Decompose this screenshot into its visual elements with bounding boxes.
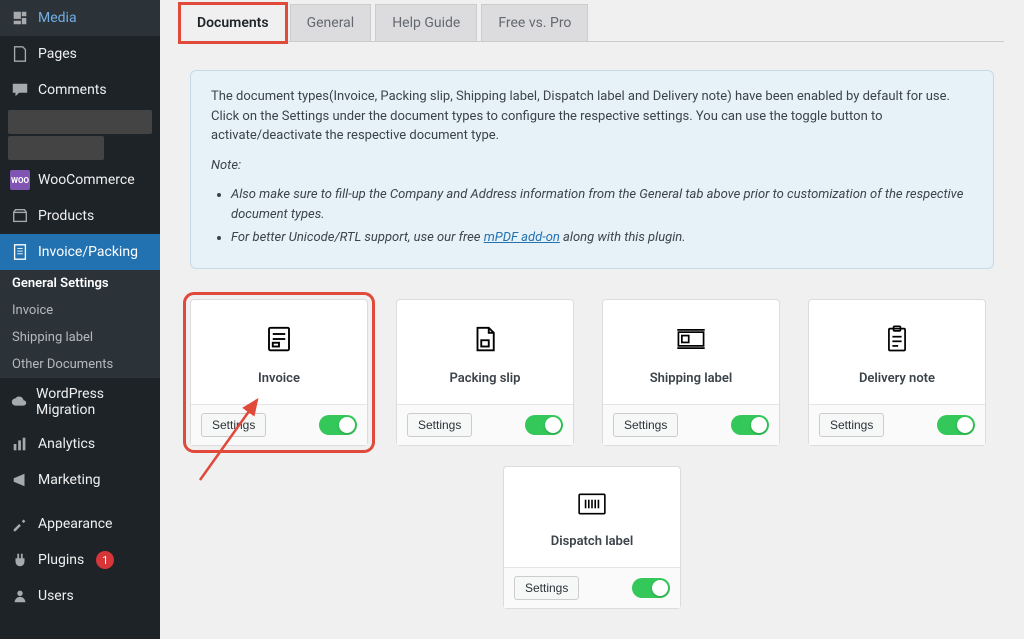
sidebar-item-label: WordPress Migration [36, 386, 150, 418]
sidebar-item-plugins[interactable]: Plugins 1 [0, 542, 160, 578]
card-invoice: Invoice Settings [190, 299, 368, 446]
card-shipping-label: Shipping label Settings [602, 299, 780, 446]
appearance-icon [10, 514, 30, 534]
sidebar-item-label: Analytics [38, 436, 95, 452]
sidebar-submenu: General Settings Invoice Shipping label … [0, 270, 160, 378]
dispatch-label-toggle[interactable] [632, 578, 670, 598]
plugins-icon [10, 550, 30, 570]
shipping-label-icon [675, 324, 707, 361]
invoice-toggle[interactable] [319, 415, 357, 435]
sidebar-item-media[interactable]: Media [0, 0, 160, 36]
card-title: Packing slip [450, 371, 521, 386]
packing-slip-toggle[interactable] [525, 415, 563, 435]
delivery-note-toggle[interactable] [937, 415, 975, 435]
sidebar-item-pages[interactable]: Pages [0, 36, 160, 72]
sidebar-item-label: WooCommerce [38, 172, 135, 188]
card-packing-slip: Packing slip Settings [396, 299, 574, 446]
card-title: Invoice [258, 371, 300, 386]
tab-documents[interactable]: Documents [180, 4, 286, 42]
submenu-general-settings[interactable]: General Settings [0, 270, 160, 297]
sidebar-item-products[interactable]: Products [0, 198, 160, 234]
card-title: Shipping label [650, 371, 733, 386]
tab-help-guide[interactable]: Help Guide [375, 4, 477, 41]
sidebar-item-label: Appearance [38, 516, 112, 532]
sidebar-item-label: Pages [38, 46, 77, 62]
cloud-icon [10, 392, 28, 412]
invoice-doc-icon [264, 324, 294, 361]
mpdf-addon-link[interactable]: mPDF add-on [484, 230, 560, 245]
sidebar-item-analytics[interactable]: Analytics [0, 426, 160, 462]
document-cards-row-2: Dispatch label Settings [180, 456, 1004, 619]
sidebar-item-label: Media [38, 10, 77, 26]
invoice-settings-button[interactable]: Settings [201, 413, 266, 437]
sidebar-item-wp-migration[interactable]: WordPress Migration [0, 378, 160, 426]
admin-sidebar: Media Pages Comments WOO WooCommerce Pro… [0, 0, 160, 639]
delivery-note-icon [883, 324, 911, 361]
delivery-note-settings-button[interactable]: Settings [819, 413, 884, 437]
sidebar-item-users[interactable]: Users [0, 578, 160, 614]
document-cards-row-1: Invoice Settings Packing slip Settings [180, 289, 1004, 456]
dispatch-label-icon [577, 491, 607, 524]
tab-free-vs-pro[interactable]: Free vs. Pro [481, 4, 588, 41]
submenu-other-documents[interactable]: Other Documents [0, 351, 160, 378]
packing-slip-settings-button[interactable]: Settings [407, 413, 472, 437]
pages-icon [10, 44, 30, 64]
tab-general[interactable]: General [290, 4, 372, 41]
sidebar-item-marketing[interactable]: Marketing [0, 462, 160, 498]
main-content: Documents General Help Guide Free vs. Pr… [160, 0, 1024, 639]
tabs: Documents General Help Guide Free vs. Pr… [180, 0, 1004, 42]
submenu-invoice[interactable]: Invoice [0, 297, 160, 324]
sidebar-item-label: Marketing [38, 472, 101, 488]
submenu-shipping-label[interactable]: Shipping label [0, 324, 160, 351]
card-dispatch-label: Dispatch label Settings [503, 466, 681, 609]
sidebar-item-label: Users [38, 588, 74, 604]
shipping-label-settings-button[interactable]: Settings [613, 413, 678, 437]
notice-bullet-1: Also make sure to fill-up the Company an… [231, 185, 973, 224]
sidebar-item-label: Invoice/Packing [38, 244, 138, 260]
sidebar-item-comments[interactable]: Comments [0, 72, 160, 108]
notice-bullet-2: For better Unicode/RTL support, use our … [231, 228, 973, 248]
woocommerce-icon: WOO [10, 170, 30, 190]
analytics-icon [10, 434, 30, 454]
sidebar-item-invoice-packing[interactable]: Invoice/Packing [0, 234, 160, 270]
sidebar-placeholder [8, 136, 104, 160]
shipping-label-toggle[interactable] [731, 415, 769, 435]
sidebar-item-label: Comments [38, 82, 107, 98]
invoice-icon [10, 242, 30, 262]
sidebar-item-label: Plugins [38, 552, 84, 568]
media-icon [10, 8, 30, 28]
marketing-icon [10, 470, 30, 490]
card-title: Delivery note [859, 371, 935, 386]
card-delivery-note: Delivery note Settings [808, 299, 986, 446]
plugins-badge: 1 [96, 551, 114, 569]
sidebar-item-appearance[interactable]: Appearance [0, 506, 160, 542]
info-notice: The document types(Invoice, Packing slip… [190, 70, 994, 269]
sidebar-placeholder [8, 110, 152, 134]
sidebar-item-woocommerce[interactable]: WOO WooCommerce [0, 162, 160, 198]
users-icon [10, 586, 30, 606]
notice-main-text: The document types(Invoice, Packing slip… [211, 87, 973, 146]
comments-icon [10, 80, 30, 100]
sidebar-item-label: Products [38, 208, 94, 224]
notice-note-label: Note: [211, 158, 241, 173]
card-title: Dispatch label [551, 534, 634, 549]
packing-slip-icon [470, 324, 500, 361]
products-icon [10, 206, 30, 226]
